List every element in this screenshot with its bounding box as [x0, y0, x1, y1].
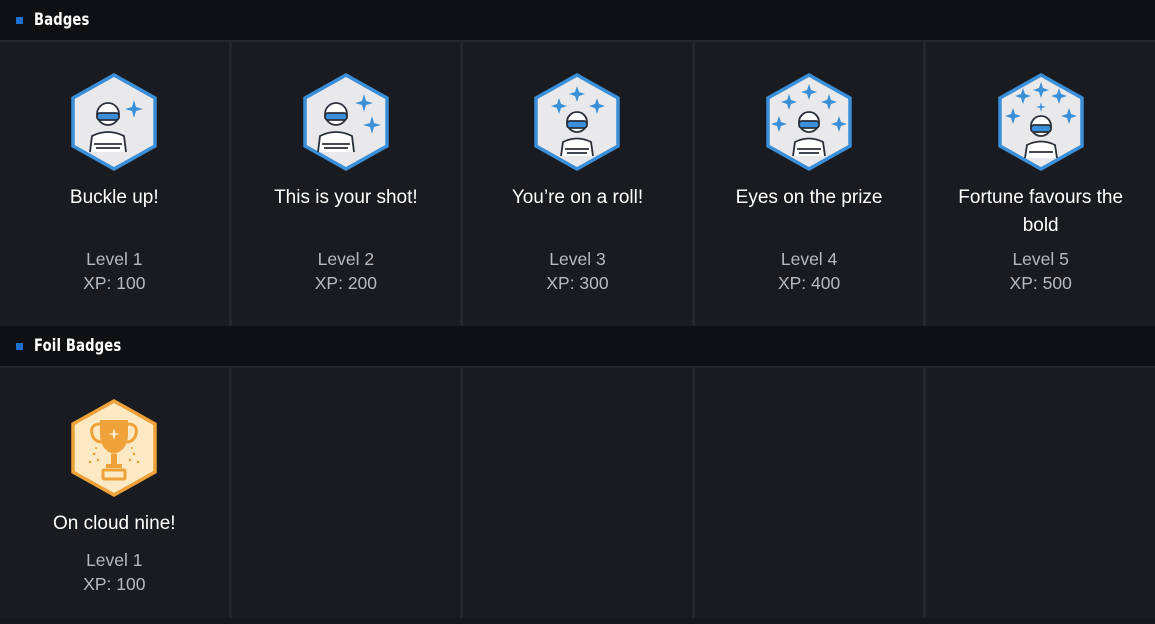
badge-meta: Level 3 XP: 300	[463, 247, 692, 295]
badge-meta: Level 1 XP: 100	[83, 548, 145, 596]
badges-section-header: Badges	[0, 0, 1155, 42]
badge-card[interactable]: Buckle up! Level 1 XP: 100	[0, 42, 229, 326]
badge-name: On cloud nine!	[53, 513, 176, 534]
empty-badge-slot	[463, 368, 692, 618]
section-marker-icon	[16, 16, 23, 24]
badge-name: You’re on a roll!	[511, 187, 644, 208]
driver-sparkle-icon	[303, 72, 389, 172]
foil-badges-section: Foil Badges On cloud nine! Level 1 XP: 1…	[0, 326, 1155, 618]
badge-name: Buckle up!	[69, 187, 159, 208]
driver-sparkle-icon	[766, 72, 852, 172]
badge-meta: Level 2 XP: 200	[232, 247, 461, 295]
empty-badge-slot	[926, 368, 1155, 618]
badge-level: Level 1	[86, 249, 143, 269]
badge-meta: Level 5 XP: 500	[926, 247, 1155, 295]
badges-section: Badges Buckle up! Level 1 XP: 100 This i…	[0, 0, 1155, 326]
foil-badges-grid: On cloud nine! Level 1 XP: 100	[0, 368, 1155, 618]
section-title: Badges	[34, 10, 90, 30]
section-marker-icon	[16, 342, 23, 350]
badges-grid: Buckle up! Level 1 XP: 100 This is your …	[0, 42, 1155, 326]
badge-name: Fortune favours the bold	[958, 187, 1124, 236]
badge-level: Level 2	[317, 249, 375, 269]
badge-level: Level 4	[780, 249, 838, 269]
badge-card[interactable]: Fortune favours the bold Level 5 XP: 500	[926, 42, 1155, 326]
trophy-icon	[71, 398, 158, 498]
badge-xp: XP: 100	[83, 273, 146, 293]
badge-xp: XP: 100	[83, 574, 146, 594]
badge-xp: XP: 500	[1009, 273, 1072, 293]
foil-badge-card[interactable]: On cloud nine! Level 1 XP: 100	[0, 368, 229, 618]
badge-xp: XP: 200	[314, 273, 378, 293]
badge-meta: Level 1 XP: 100	[0, 247, 229, 295]
badge-xp: XP: 400	[777, 273, 841, 293]
badge-level: Level 1	[86, 550, 143, 570]
foil-badges-section-header: Foil Badges	[0, 326, 1155, 368]
driver-sparkle-icon	[997, 72, 1084, 172]
empty-badge-slot	[694, 368, 924, 618]
driver-sparkle-icon	[534, 72, 621, 172]
empty-badge-slot	[231, 368, 461, 618]
badge-name: Eyes on the prize	[735, 187, 883, 208]
badge-card[interactable]: This is your shot! Level 2 XP: 200	[231, 42, 461, 326]
badge-card[interactable]: Eyes on the prize Level 4 XP: 400	[694, 42, 924, 326]
badge-card[interactable]: You’re on a roll! Level 3 XP: 300	[463, 42, 692, 326]
section-title: Foil Badges	[34, 336, 122, 356]
badge-meta: Level 4 XP: 400	[695, 247, 924, 295]
badge-level: Level 3	[549, 249, 606, 269]
badge-level: Level 5	[1012, 249, 1069, 269]
driver-sparkle-icon	[71, 72, 158, 172]
badge-xp: XP: 300	[546, 273, 609, 293]
badge-name: This is your shot!	[274, 187, 418, 208]
